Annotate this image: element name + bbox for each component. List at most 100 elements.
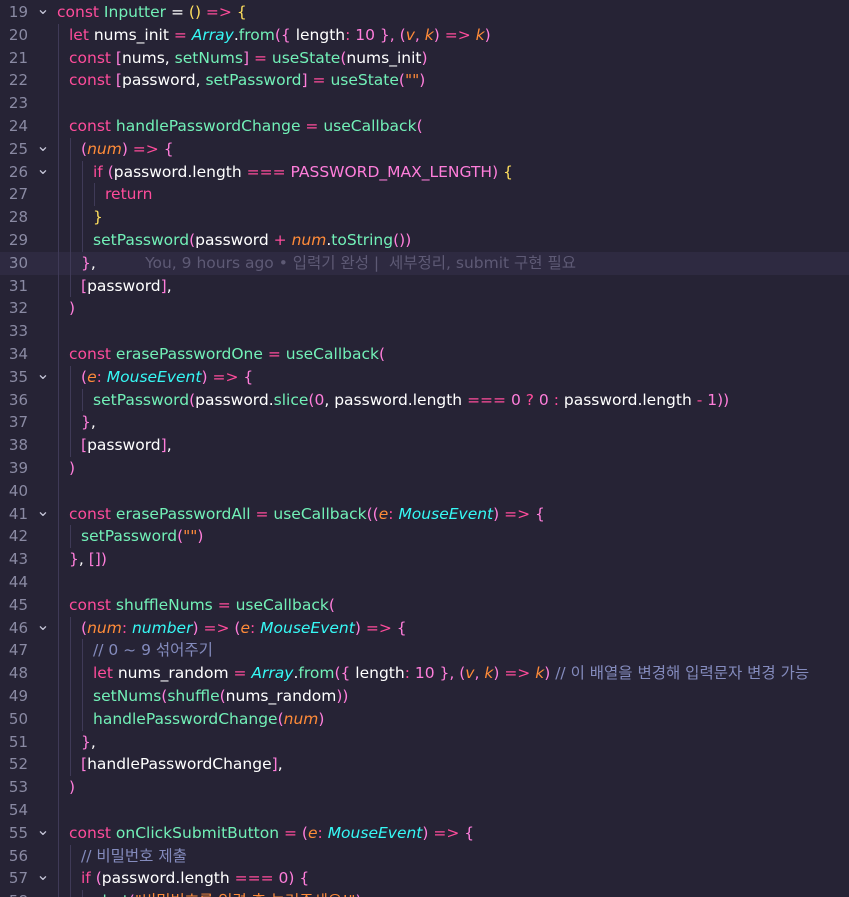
- indent-guide: [70, 730, 71, 754]
- code-text: const erasePasswordAll = useCallback((e:…: [69, 503, 545, 526]
- code-line-46[interactable]: 46 ⌄ (num: number) => (e: MouseEvent) => {: [0, 616, 849, 640]
- line-number: 27: [8, 185, 28, 204]
- code-editor[interactable]: 19 ⌄ const Inputter = () => {20 let nums_in…: [0, 0, 849, 897]
- code-line-40[interactable]: 40: [0, 479, 849, 503]
- code-line-57[interactable]: 57 ⌄ if (password.length === 0) {: [0, 867, 849, 891]
- fold-chevron-icon[interactable]: ⌄: [36, 616, 50, 633]
- code-token: const: [69, 504, 116, 523]
- code-token: =>: [127, 139, 164, 158]
- fold-chevron-icon[interactable]: ⌄: [36, 867, 50, 883]
- code-token: }: [93, 208, 103, 227]
- code-token: +: [273, 231, 292, 249]
- code-token: password.length: [101, 869, 235, 888]
- code-line-27[interactable]: 27 return: [0, 183, 849, 207]
- code-line-54[interactable]: 54: [0, 799, 849, 822]
- line-number: 35: [8, 367, 28, 386]
- fold-chevron-icon[interactable]: ⌄: [36, 137, 50, 154]
- code-token: 0: [314, 390, 325, 409]
- code-token: Array: [251, 664, 294, 683]
- code-line-39[interactable]: 39): [0, 457, 849, 480]
- indent-guide: [58, 707, 59, 731]
- line-number: 25: [8, 139, 28, 158]
- line-number: 20: [8, 25, 28, 44]
- code-token: ): [69, 778, 76, 797]
- line-number: 57: [8, 869, 28, 888]
- code-line-56[interactable]: 56 // 비밀번호 제출: [0, 844, 849, 868]
- line-number: 19: [8, 3, 28, 21]
- code-line-31[interactable]: 31 [password],: [0, 274, 849, 298]
- code-line-53[interactable]: 53): [0, 776, 849, 799]
- code-line-52[interactable]: 52 [handlePasswordChange],: [0, 753, 849, 777]
- code-token: },: [439, 664, 460, 683]
- code-text: setPassword(password + num.toString()): [93, 229, 411, 252]
- code-line-33[interactable]: 33: [0, 320, 849, 343]
- code-line-38[interactable]: 38 [password],: [0, 434, 849, 457]
- code-token: const: [69, 595, 116, 614]
- code-text: }, []): [69, 548, 107, 571]
- code-token: ,: [474, 664, 485, 683]
- code-line-22[interactable]: 22 const [password, setPassword] = useSta…: [0, 69, 849, 93]
- code-line-24[interactable]: 24 const handlePasswordChange = useCallba…: [0, 115, 849, 138]
- indent-guide: [58, 639, 59, 663]
- code-line-30[interactable]: 30}, You, 9 hours ago • 입력기 완성 | 세부정리, s…: [0, 251, 849, 275]
- code-token: "비밀번호를 입력 후 눌러주세요!": [135, 892, 356, 897]
- code-line-36[interactable]: 36 setPassword(password.slice(0, password…: [0, 388, 849, 412]
- indent-guide: [58, 274, 59, 298]
- code-token: num: [87, 618, 122, 637]
- code-token: nums_init: [346, 48, 422, 67]
- code-token: {: [503, 162, 513, 181]
- code-text: alert("비밀번호를 입력 후 눌러주세요!"): [93, 890, 362, 897]
- fold-chevron-icon[interactable]: ⌄: [36, 502, 50, 519]
- code-token: ()): [393, 231, 412, 249]
- indent-guide: [58, 365, 59, 389]
- code-line-50[interactable]: 50 handlePasswordChange(num): [0, 707, 849, 731]
- fold-chevron-icon[interactable]: ⌄: [36, 160, 50, 177]
- line-number: 23: [8, 94, 28, 113]
- code-line-58[interactable]: 58 alert("비밀번호를 입력 후 눌러주세요!"): [0, 890, 849, 897]
- code-line-37[interactable]: 37},: [0, 411, 849, 435]
- code-line-48[interactable]: 48 let nums_random = Array.from({ length:…: [0, 662, 849, 685]
- code-line-32[interactable]: 32): [0, 297, 849, 321]
- fold-chevron-icon[interactable]: ⌄: [36, 365, 50, 382]
- code-token: )): [717, 390, 730, 409]
- code-text: const onClickSubmitButton = (e: MouseEve…: [69, 822, 474, 845]
- code-token: {: [243, 367, 254, 386]
- indent-guide: [70, 137, 71, 161]
- code-text: }, You, 9 hours ago • 입력기 완성 | 세부정리, sub…: [81, 252, 576, 275]
- code-token: 10: [355, 25, 380, 44]
- code-line-19[interactable]: 19 ⌄ const Inputter = () => {: [0, 1, 849, 24]
- code-line-35[interactable]: 35 ⌄ (e: MouseEvent) => {: [0, 365, 849, 389]
- code-token: =: [233, 664, 252, 683]
- code-token: (: [378, 345, 386, 363]
- code-line-47[interactable]: 47 // 0 ~ 9 섞어주기: [0, 639, 849, 663]
- code-token: toString: [331, 231, 394, 249]
- code-line-21[interactable]: 21 const [nums, setNums] = useState(nums_…: [0, 46, 849, 70]
- code-line-43[interactable]: 43}, []): [0, 548, 849, 571]
- code-line-55[interactable]: 55 ⌄ const onClickSubmitButton = (e: Mouse…: [0, 821, 849, 845]
- code-text: setPassword(""): [81, 525, 203, 548]
- code-token: k: [475, 25, 485, 44]
- code-line-25[interactable]: 25 ⌄ (num) => {: [0, 137, 849, 161]
- fold-chevron-icon[interactable]: ⌄: [36, 1, 50, 17]
- code-token: },: [379, 25, 400, 44]
- code-line-44[interactable]: 44: [0, 571, 849, 594]
- code-line-51[interactable]: 51},: [0, 730, 849, 754]
- code-token: ({: [274, 25, 296, 44]
- code-line-34[interactable]: 34 const erasePasswordOne = useCallback(: [0, 343, 849, 366]
- code-text: let nums_random = Array.from({ length: 1…: [93, 662, 809, 685]
- code-token: useCallback: [273, 504, 367, 523]
- code-line-29[interactable]: 29 setPassword(password + num.toString()): [0, 229, 849, 252]
- code-token: {: [163, 139, 174, 158]
- code-line-23[interactable]: 23: [0, 92, 849, 115]
- code-token: setNums: [93, 687, 162, 705]
- code-line-28[interactable]: 28}: [0, 206, 849, 229]
- code-line-20[interactable]: 20 let nums_init = Array.from({ length: 1…: [0, 23, 849, 47]
- fold-chevron-icon[interactable]: ⌄: [36, 821, 50, 838]
- code-line-45[interactable]: 45 const shuffleNums = useCallback(: [0, 593, 849, 617]
- code-line-41[interactable]: 41 ⌄ const erasePasswordAll = useCallback(…: [0, 502, 849, 526]
- code-line-42[interactable]: 42 setPassword(""): [0, 525, 849, 549]
- code-token: const: [57, 3, 104, 21]
- code-line-26[interactable]: 26 ⌄ if (password.length === PASSWORD_MAX_…: [0, 160, 849, 184]
- indent-guide: [58, 137, 59, 161]
- code-line-49[interactable]: 49 setNums(shuffle(nums_random)): [0, 685, 849, 708]
